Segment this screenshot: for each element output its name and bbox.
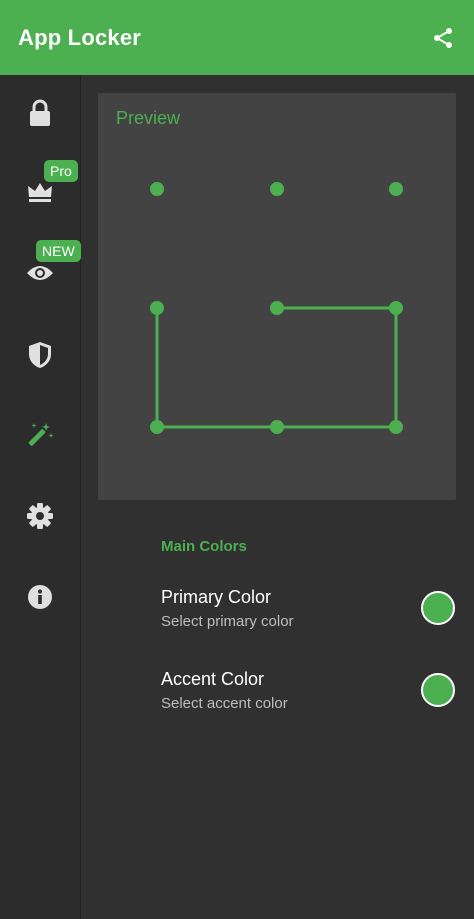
crown-icon: [26, 181, 54, 210]
navigation-rail: Pro NEW: [0, 75, 81, 919]
pattern-dot: [389, 301, 403, 315]
rail-item-pro[interactable]: Pro: [0, 160, 80, 225]
new-badge: NEW: [36, 240, 81, 262]
magic-wand-icon: [26, 421, 54, 454]
accent-color-subtitle: Select accent color: [161, 695, 288, 712]
rail-item-theme[interactable]: [0, 407, 80, 467]
primary-color-swatch[interactable]: [421, 591, 455, 625]
rail-item-eye[interactable]: NEW: [0, 240, 81, 305]
gear-icon: [26, 502, 54, 535]
preview-card: Preview: [98, 93, 456, 500]
pattern-dot: [150, 301, 164, 315]
content-area: Preview Main Colors Primary Color Select…: [81, 75, 474, 919]
pattern-dot: [270, 182, 284, 196]
pattern-dot: [150, 182, 164, 196]
rail-item-lock[interactable]: [0, 85, 80, 145]
pattern-dot: [389, 182, 403, 196]
app-title: App Locker: [18, 24, 142, 50]
pattern-dot: [150, 420, 164, 434]
pattern-dot: [270, 301, 284, 315]
primary-color-title: Primary Color: [161, 587, 272, 607]
accent-color-preference[interactable]: Accent Color Select accent color: [81, 659, 474, 729]
primary-color-subtitle: Select primary color: [161, 613, 294, 630]
pro-badge: Pro: [44, 160, 78, 182]
accent-color-title: Accent Color: [161, 669, 265, 689]
rail-item-shield[interactable]: [0, 327, 80, 387]
lock-icon: [27, 99, 53, 132]
pattern-dot: [270, 420, 284, 434]
pattern-preview: [150, 182, 403, 434]
primary-color-preference[interactable]: Primary Color Select primary color: [81, 577, 474, 647]
rail-item-about[interactable]: [0, 569, 80, 629]
accent-color-swatch[interactable]: [421, 673, 455, 707]
pattern-dot: [389, 420, 403, 434]
rail-item-settings[interactable]: [0, 488, 80, 548]
section-main-colors: Main Colors: [161, 538, 247, 555]
shield-icon: [28, 341, 52, 374]
eye-icon: [26, 263, 54, 288]
info-icon: [27, 584, 53, 615]
share-icon[interactable]: [430, 25, 456, 51]
app-bar: App Locker: [0, 0, 474, 75]
